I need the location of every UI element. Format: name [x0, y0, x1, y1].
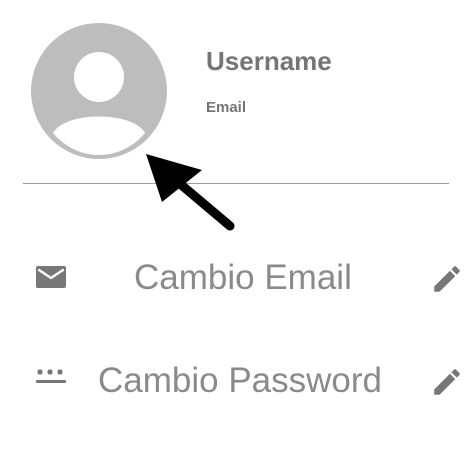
pencil-icon[interactable] — [430, 262, 464, 296]
avatar[interactable] — [31, 23, 167, 159]
password-icon — [34, 363, 68, 397]
username-text: Username — [206, 46, 332, 76]
account-circle-icon — [31, 23, 167, 159]
pencil-icon[interactable] — [430, 365, 464, 399]
mail-icon — [34, 260, 68, 294]
change-password-item[interactable]: Cambio Password — [0, 345, 472, 415]
email-text: Email — [206, 99, 247, 116]
change-email-item[interactable]: Cambio Email — [0, 242, 472, 312]
change-email-label: Cambio Email — [134, 258, 352, 297]
arrow-pointer-icon — [140, 150, 240, 235]
change-password-label: Cambio Password — [98, 361, 382, 400]
